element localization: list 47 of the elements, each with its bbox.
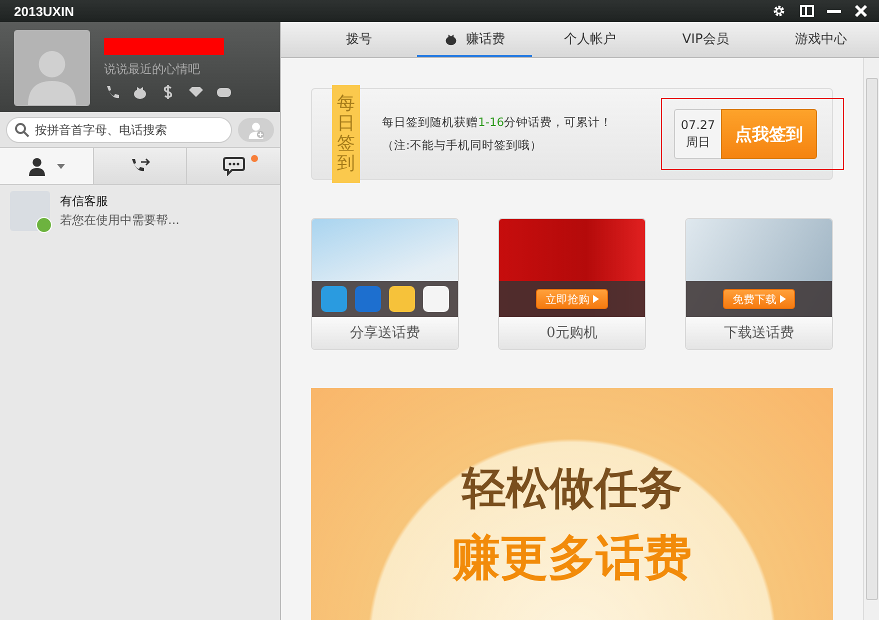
promo-card[interactable]: 立即抢购 0元购机 (498, 218, 646, 350)
online-badge (36, 217, 52, 233)
app-icon (423, 286, 449, 312)
avatar-placeholder[interactable] (14, 30, 90, 106)
sidebar-tab[interactable] (0, 148, 94, 184)
search-icon (14, 122, 30, 138)
promo-card[interactable]: 分享送话费 (311, 218, 459, 350)
contact-preview: 若您在使用中需要帮... (60, 212, 180, 229)
app-icon (389, 286, 415, 312)
scrollbar[interactable] (863, 58, 879, 620)
nav-tab[interactable]: VIP会员 (648, 22, 764, 57)
contact-name[interactable]: 有信客服 (60, 193, 180, 210)
settings-icon (771, 3, 787, 19)
play-arrow-icon (592, 294, 599, 302)
chat-icon (222, 156, 245, 176)
minimize-icon (827, 10, 841, 12)
sidebar-tab[interactable] (187, 148, 280, 184)
diamond-icon (188, 84, 204, 100)
date-box: 07.27 周日 (674, 109, 721, 159)
money-bag-icon (132, 84, 148, 100)
phone-icon (104, 84, 120, 100)
close-icon (853, 3, 869, 19)
promo-caption: 下载送话费 (686, 317, 832, 349)
play-arrow-icon (780, 294, 786, 302)
promo-banner[interactable]: 轻松做任务 赚更多话费 (311, 388, 833, 620)
banner-headline: 轻松做任务 (462, 462, 682, 516)
status-placeholder[interactable]: 说说最近的心情吧 (104, 61, 232, 78)
app-icon (355, 286, 381, 312)
window-title: 2013UXIN (14, 4, 74, 18)
nav-tab[interactable]: 游戏中心 (763, 22, 879, 57)
person-icon (27, 156, 48, 176)
banner-subheadline: 赚更多话费 (452, 528, 692, 588)
promo-caption: 0元购机 (499, 317, 645, 349)
search-field[interactable]: 按拼音首字母、电话搜索 (6, 116, 232, 142)
app-icon (321, 286, 347, 312)
sign-in-ribbon: 每日签到 (332, 85, 360, 183)
promo-caption: 分享送话费 (312, 317, 458, 349)
nav-tab[interactable]: 赚话费 (416, 22, 532, 57)
caret-icon (57, 164, 66, 168)
add-contact-button[interactable] (238, 118, 274, 142)
nav-tab[interactable]: 个人帐户 (532, 22, 648, 57)
sign-in-description: 每日签到随机获赠1-16分钟话费，可累计！ (382, 115, 614, 130)
promo-card[interactable]: 免费下载 下载送话费 (685, 218, 833, 350)
nav-tab[interactable]: 拨号 (301, 22, 417, 57)
add-person-icon (247, 120, 265, 138)
layout-icon (799, 3, 815, 19)
sign-in-note: （注:不能与手机同时签到哦） (382, 138, 543, 153)
